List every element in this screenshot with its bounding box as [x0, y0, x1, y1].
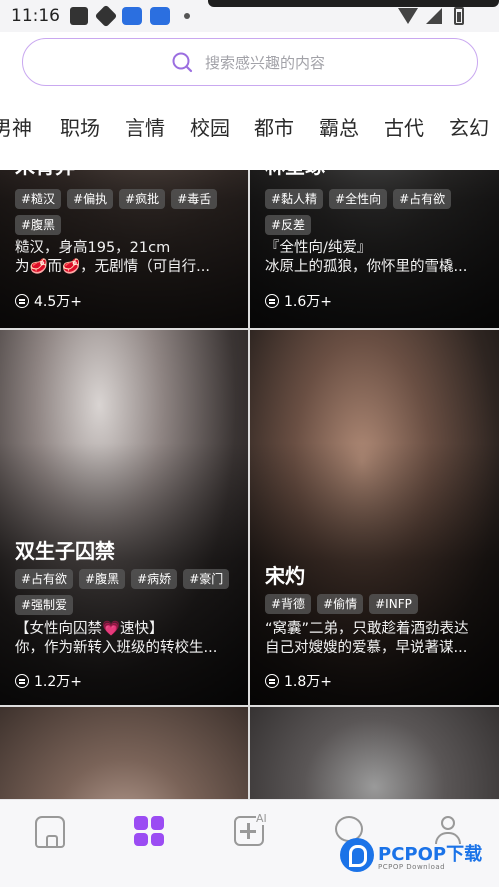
ai-badge: AI: [256, 812, 267, 825]
desc-line: 为🥩而🥩，无剧情（可自行...: [15, 259, 210, 275]
vpn-lock-icon: [122, 7, 142, 25]
tab-category[interactable]: 言情: [125, 112, 165, 141]
card-tags: #黏人精 #全性向 #占有欲 #反差: [265, 189, 490, 235]
chat-count-icon: [265, 294, 279, 308]
plus-icon-horizontal: [240, 830, 256, 833]
header: 搜索感兴趣的内容 男神 职场 言情 校园 都市 霸总 古代 玄幻: [0, 32, 499, 170]
tag-badge: #偷情: [317, 594, 364, 614]
tag-badge: #豪门: [183, 569, 230, 589]
card-title: 宋灼: [265, 564, 305, 588]
card-tags: #占有欲 #腹黑 #病娇 #豪门 #强制爱: [15, 569, 240, 615]
card-chat-count: 1.2万+: [15, 671, 82, 691]
tag-badge: #全性向: [329, 189, 388, 209]
vpn-lock-icon-2: [150, 7, 170, 25]
watermark-subtext: PCPOP Download: [378, 863, 446, 871]
search-placeholder: 搜索感兴趣的内容: [205, 54, 326, 72]
watermark: PCPOP下载 PCPOP Download: [340, 836, 492, 880]
character-card[interactable]: 宋青弈 #糙汉 #偏执 #疯批 #毒舌 #腹黑 糙汉，身高195，21cm 为🥩…: [0, 170, 248, 328]
chat-count: 4.5万+: [34, 294, 82, 310]
status-time: 11:16: [11, 6, 60, 26]
search-input[interactable]: 搜索感兴趣的内容: [22, 38, 478, 86]
chat-count-icon: [15, 294, 29, 308]
discover-grid-icon[interactable]: [134, 816, 164, 846]
tag-badge: #疯批: [119, 189, 166, 209]
card-chat-count: 1.8万+: [265, 671, 332, 691]
notification-icons: [70, 4, 190, 28]
tag-badge: #偏执: [67, 189, 114, 209]
card-description: “窝囊”二弟，只敢趁着酒劲表达 自己对嫂嫂的爱慕，早说著谋...: [265, 620, 487, 658]
grid-cell: [150, 816, 164, 830]
desc-line: 糙汉，身高195，21cm: [15, 240, 171, 256]
chat-count-icon: [15, 674, 29, 688]
tag-badge: #反差: [265, 215, 312, 235]
character-card[interactable]: 双生子囚禁 #占有欲 #腹黑 #病娇 #豪门 #强制爱 【女性向囚禁💗速快】 你…: [0, 330, 248, 705]
screen-overlay-bar: [208, 0, 499, 7]
app-notification-icon: [94, 4, 118, 28]
card-tags: #糙汉 #偏执 #疯批 #毒舌 #腹黑: [15, 189, 240, 235]
profile-head: [441, 816, 455, 830]
tab-category[interactable]: 职场: [60, 112, 100, 141]
character-grid: 宋青弈 #糙汉 #偏执 #疯批 #毒舌 #腹黑 糙汉，身高195，21cm 为🥩…: [0, 170, 499, 799]
category-tabs: 男神 职场 言情 校园 都市 霸总 古代 玄幻: [0, 112, 499, 146]
desc-line: 『全性向/纯爱』: [265, 240, 372, 256]
more-notifications-icon: [184, 13, 190, 19]
battery-icon: [454, 7, 464, 25]
tag-badge: #糙汉: [15, 189, 62, 209]
tag-badge: #占有欲: [15, 569, 74, 589]
home-icon[interactable]: [35, 816, 65, 848]
chat-count-icon: [265, 674, 279, 688]
grid-cell: [134, 816, 148, 830]
character-card[interactable]: [0, 707, 248, 799]
tag-badge: #INFP: [369, 594, 418, 614]
desc-line: “窝囊”二弟，只敢趁着酒劲表达: [265, 621, 469, 637]
character-card[interactable]: [250, 707, 499, 799]
tab-category[interactable]: 霸总: [319, 112, 359, 141]
desc-line: 自己对嫂嫂的爱慕，早说著谋...: [265, 640, 468, 656]
tag-badge: #黏人精: [265, 189, 324, 209]
mail-icon: [70, 7, 88, 25]
card-image: [250, 707, 499, 799]
character-card[interactable]: 宋灼 #背德 #偷情 #INFP “窝囊”二弟，只敢趁着酒劲表达 自己对嫂嫂的爱…: [250, 330, 499, 705]
watermark-logo-icon: [340, 838, 374, 872]
desc-line: 【女性向囚禁💗速快】: [15, 621, 164, 637]
grid-cell: [150, 832, 164, 846]
card-tags: #背德 #偷情 #INFP: [265, 594, 490, 614]
tag-badge: #病娇: [131, 569, 178, 589]
tab-category[interactable]: 古代: [384, 112, 424, 141]
chat-count: 1.6万+: [284, 294, 332, 310]
system-status-icons: [398, 7, 464, 25]
card-description: 【女性向囚禁💗速快】 你，作为新转入班级的转校生...: [15, 620, 237, 658]
tag-badge: #占有欲: [393, 189, 452, 209]
search-icon: [172, 52, 193, 73]
grid-cell: [134, 832, 148, 846]
tag-badge: #毒舌: [171, 189, 218, 209]
tab-category[interactable]: 玄幻: [449, 112, 489, 141]
card-chat-count: 4.5万+: [15, 291, 82, 311]
card-title: 宋青弈: [15, 170, 75, 179]
card-description: 糙汉，身高195，21cm 为🥩而🥩，无剧情（可自行...: [15, 239, 237, 277]
tab-category[interactable]: 男神: [0, 112, 32, 141]
desc-line: 你，作为新转入班级的转校生...: [15, 640, 218, 656]
signal-icon: [426, 8, 442, 24]
character-card[interactable]: 林星琢 #黏人精 #全性向 #占有欲 #反差 『全性向/纯爱』 冰原上的孤狼，你…: [250, 170, 499, 328]
card-description: 『全性向/纯爱』 冰原上的孤狼，你怀里的雪橇...: [265, 239, 487, 277]
tag-badge: #背德: [265, 594, 312, 614]
chat-count: 1.8万+: [284, 674, 332, 690]
tag-badge: #腹黑: [15, 215, 62, 235]
tab-category[interactable]: 都市: [254, 112, 294, 141]
tag-badge: #腹黑: [79, 569, 126, 589]
ai-create-icon[interactable]: AI: [234, 812, 267, 846]
tab-category[interactable]: 校园: [190, 112, 230, 141]
status-bar: 11:16: [0, 0, 499, 32]
chat-count: 1.2万+: [34, 674, 82, 690]
card-image: [0, 707, 248, 799]
card-title: 双生子囚禁: [15, 539, 115, 563]
card-title: 林星琢: [265, 170, 325, 179]
tag-badge: #强制爱: [15, 595, 74, 615]
desc-line: 冰原上的孤狼，你怀里的雪橇...: [265, 259, 468, 275]
wifi-icon: [398, 8, 418, 24]
card-chat-count: 1.6万+: [265, 291, 332, 311]
